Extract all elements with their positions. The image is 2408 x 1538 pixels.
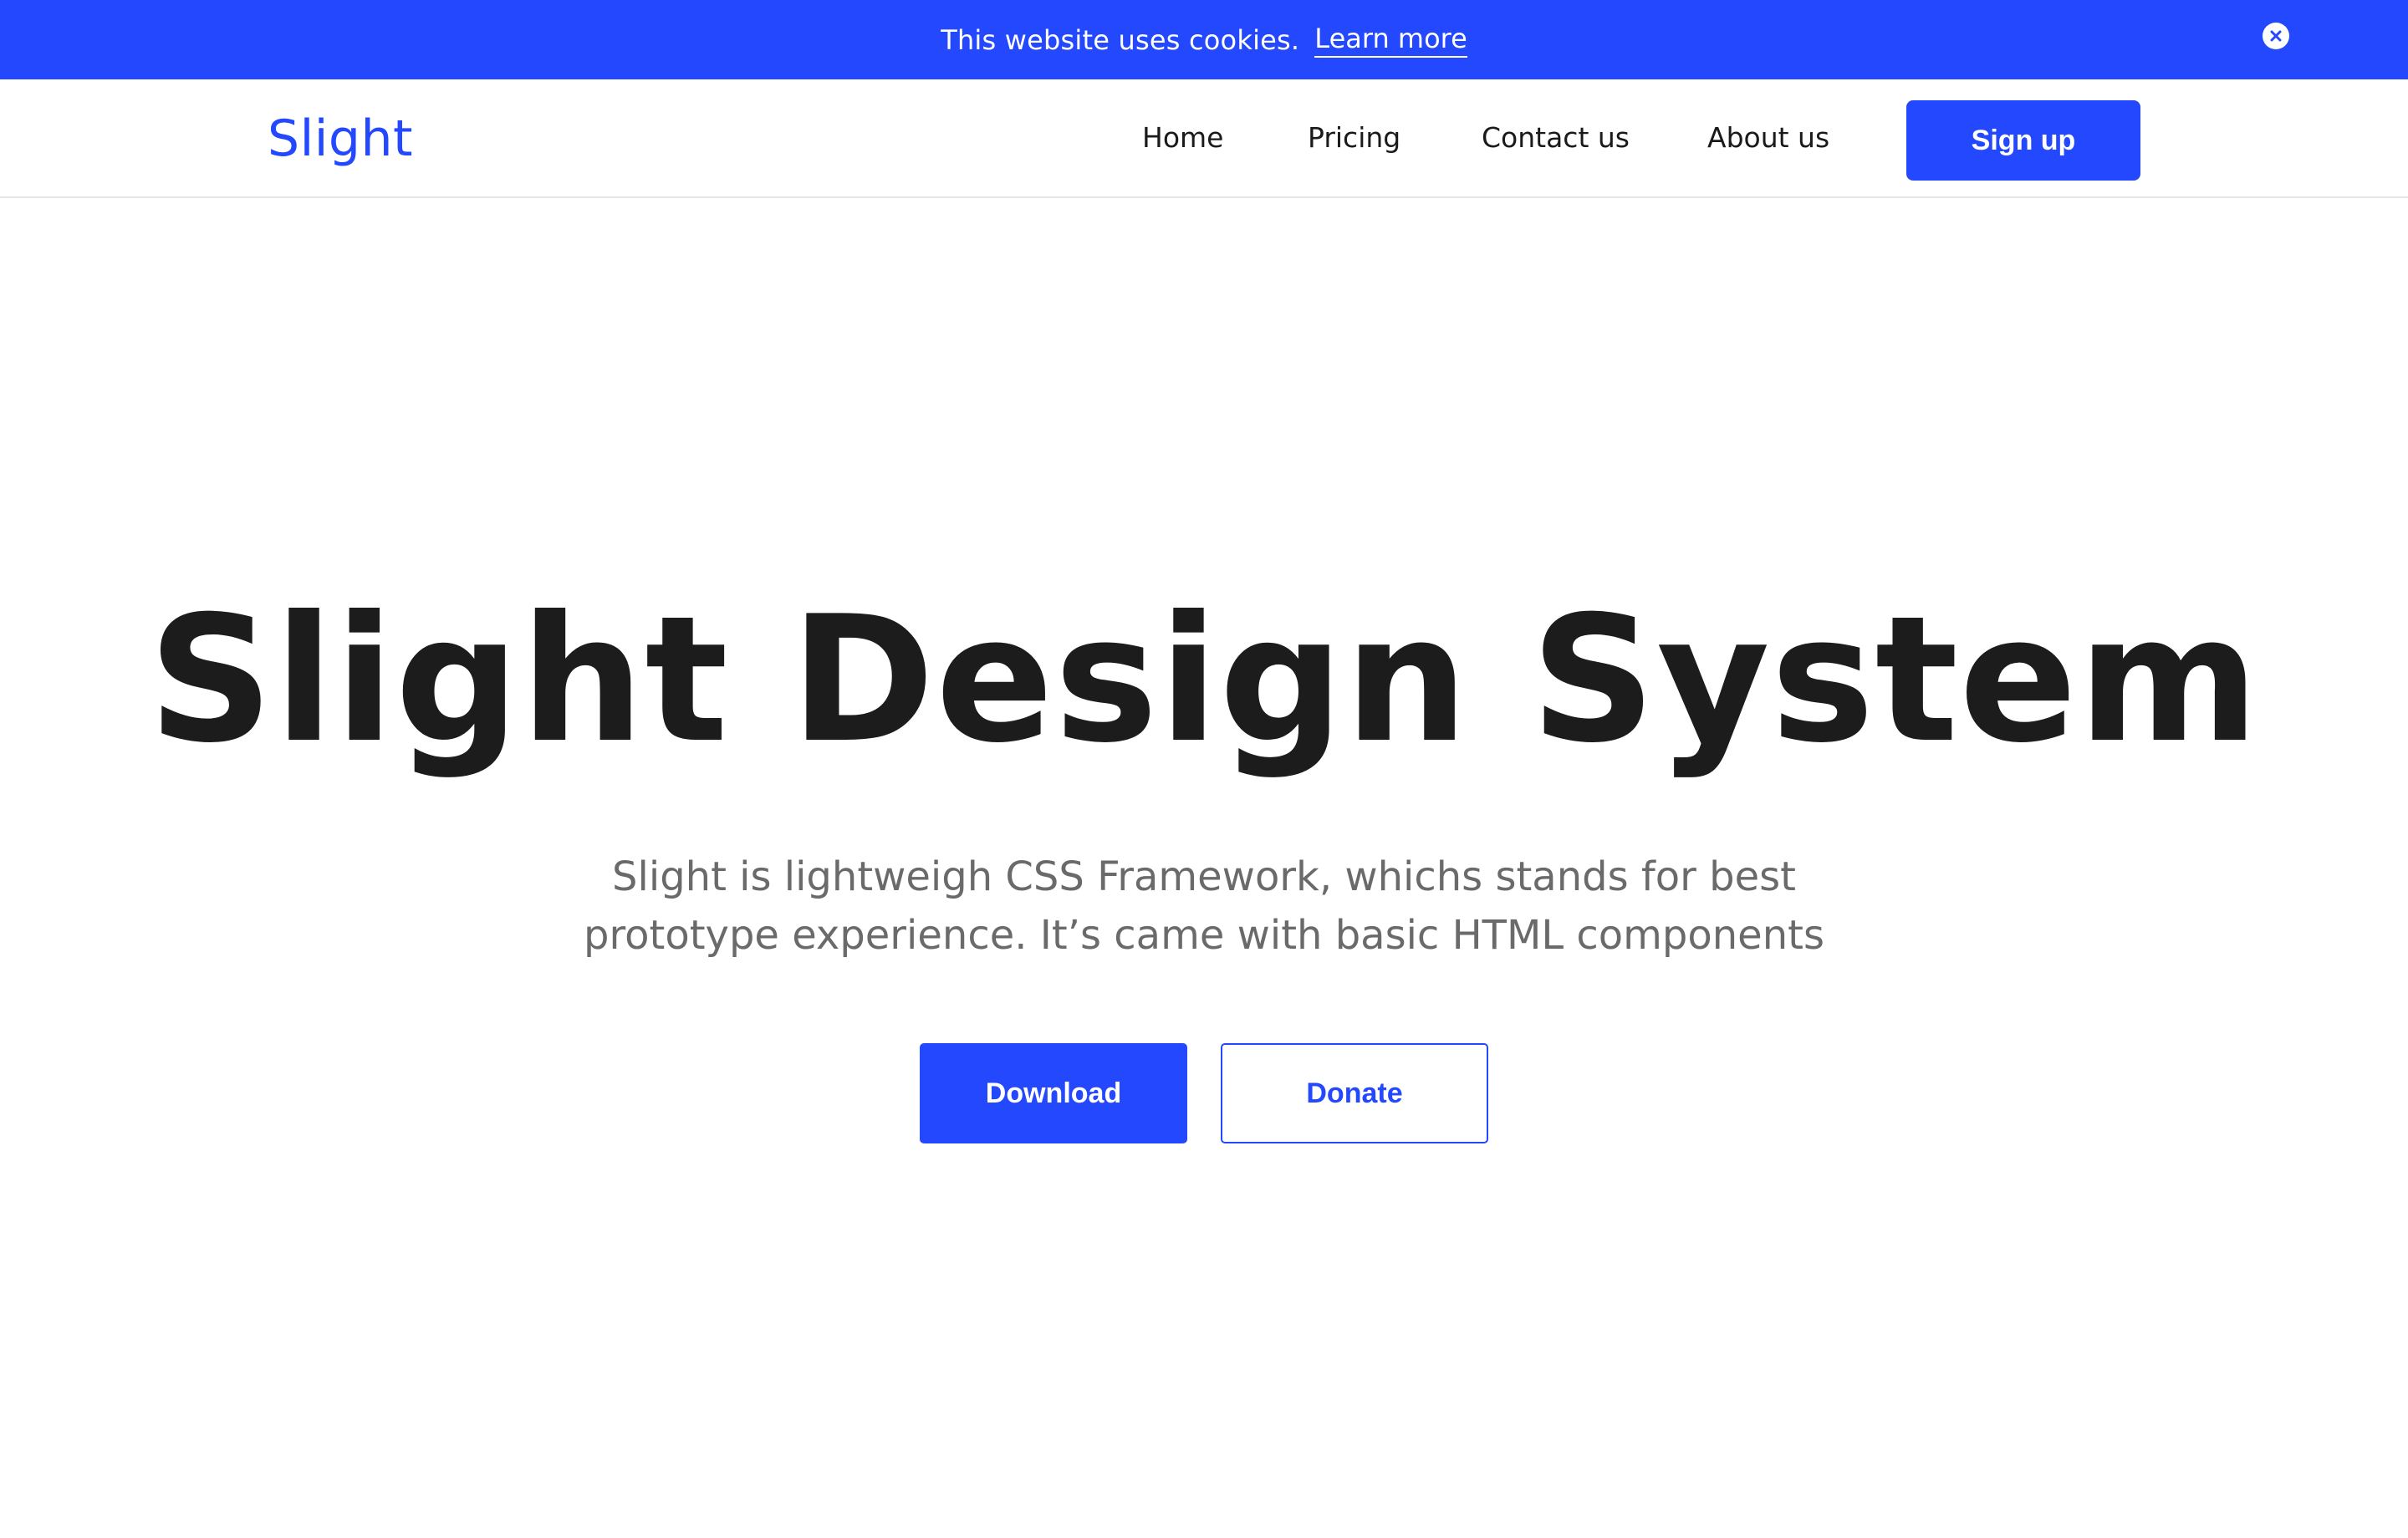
hero-subtitle-line-1: Slight is lightweigh CSS Framework, whic… bbox=[612, 853, 1796, 900]
nav-contact-us[interactable]: Contact us bbox=[1482, 121, 1630, 154]
cookie-message: This website uses cookies. bbox=[941, 23, 1300, 56]
download-button[interactable]: Download bbox=[920, 1043, 1187, 1143]
sign-up-button[interactable]: Sign up bbox=[1906, 100, 2140, 181]
donate-button[interactable]: Donate bbox=[1221, 1043, 1488, 1143]
nav-about-us[interactable]: About us bbox=[1707, 121, 1829, 154]
cookie-close-button[interactable] bbox=[2263, 23, 2289, 49]
nav-home[interactable]: Home bbox=[1142, 121, 1223, 154]
cookie-banner: This website uses cookies. Learn more bbox=[0, 0, 2408, 79]
cookie-content: This website uses cookies. Learn more bbox=[0, 0, 2408, 79]
hero-subtitle-line-2: prototype experience. It’s came with bas… bbox=[584, 912, 1824, 959]
hero-title: Slight Design System bbox=[148, 579, 2260, 782]
site-header: Slight Home Pricing Contact us About us … bbox=[0, 79, 2408, 198]
nav-pricing[interactable]: Pricing bbox=[1308, 121, 1400, 154]
close-icon bbox=[2270, 30, 2282, 42]
hero-actions: Download Donate bbox=[0, 1043, 2408, 1143]
learn-more-link[interactable]: Learn more bbox=[1314, 23, 1467, 58]
hero-subtitle: Slight is lightweigh CSS Framework, whic… bbox=[535, 848, 1873, 965]
